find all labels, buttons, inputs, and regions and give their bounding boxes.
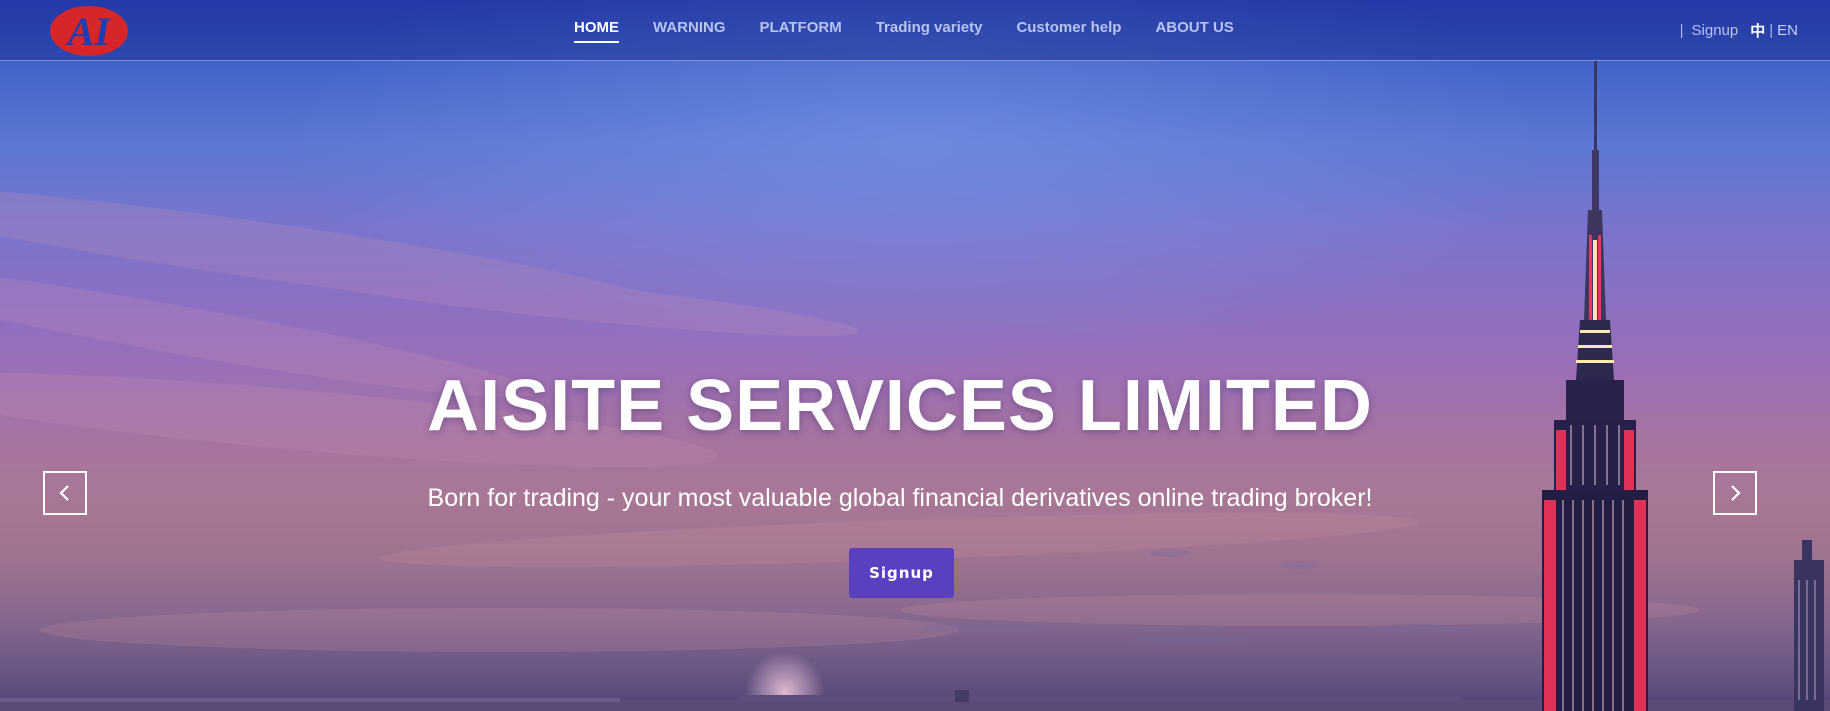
- nav-item-warning[interactable]: WARNING: [653, 19, 726, 43]
- hero-subtitle: Born for trading - your most valuable gl…: [427, 484, 1373, 512]
- hero-banner: AI HOME WARNING PLATFORM Trading variety…: [0, 0, 1830, 711]
- main-nav: HOME WARNING PLATFORM Trading variety Cu…: [574, 19, 1268, 43]
- nav-item-customer-help[interactable]: Customer help: [1016, 19, 1121, 43]
- header-signup-link[interactable]: Signup: [1692, 22, 1739, 39]
- language-english[interactable]: EN: [1777, 22, 1798, 39]
- distant-building: [1794, 540, 1824, 711]
- chevron-right-icon: [1731, 485, 1741, 501]
- top-navigation-bar: AI HOME WARNING PLATFORM Trading variety…: [0, 0, 1830, 61]
- signup-separator: |: [1679, 22, 1684, 39]
- hero-title: AISITE SERVICES LIMITED: [427, 366, 1373, 446]
- nav-item-home[interactable]: HOME: [574, 19, 619, 43]
- logo-text: AI: [65, 9, 112, 54]
- nav-item-platform[interactable]: PLATFORM: [760, 19, 842, 43]
- language-chinese[interactable]: 中: [1750, 20, 1765, 41]
- chevron-left-icon: [59, 485, 69, 501]
- language-separator: |: [1769, 22, 1774, 39]
- carousel-next-button[interactable]: [1713, 471, 1757, 515]
- nav-item-about-us[interactable]: ABOUT US: [1155, 19, 1233, 43]
- brand-logo[interactable]: AI: [48, 4, 130, 58]
- header-right-links: | Signup 中 | EN: [1672, 20, 1798, 41]
- hero-signup-button[interactable]: Signup: [849, 548, 954, 598]
- nav-item-trading-variety[interactable]: Trading variety: [876, 19, 983, 43]
- carousel-prev-button[interactable]: [43, 471, 87, 515]
